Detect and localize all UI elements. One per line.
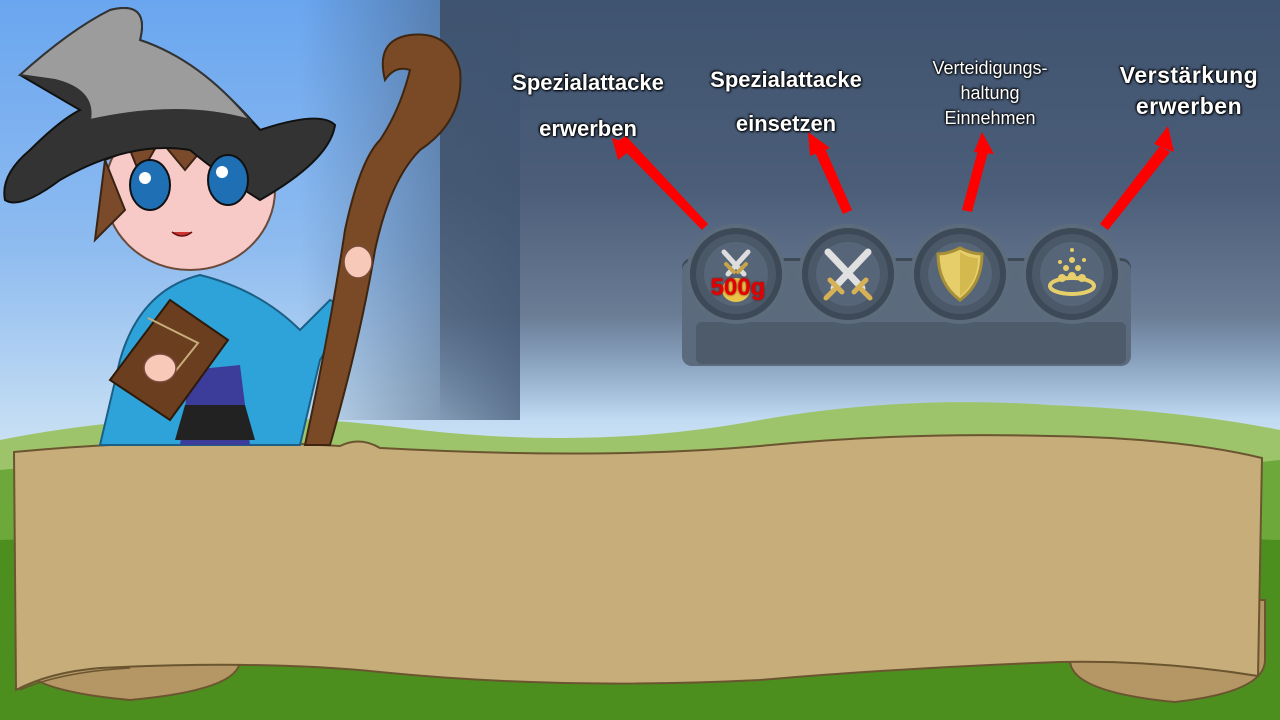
buy-special-attack-button[interactable]: 500g — [690, 228, 782, 320]
label-use-special-line1: Spezialattacke — [710, 67, 862, 92]
action-toolbar-base — [696, 322, 1126, 364]
use-special-attack-button[interactable] — [802, 228, 894, 320]
label-reinforcement: Verstärkung erwerben — [1094, 60, 1280, 122]
tutorial-scene: Spezialattacke erwerben Spezialattacke e… — [0, 0, 1280, 720]
label-defense-line1: Verteidigungs- — [932, 58, 1048, 78]
label-use-special: Spezialattacke einsetzen — [686, 58, 886, 146]
shield-icon — [936, 246, 984, 302]
defense-stance-button[interactable] — [914, 228, 1006, 320]
label-buy-special-line2: erwerben — [539, 116, 637, 141]
label-reinforcement-line1: Verstärkung — [1119, 62, 1259, 88]
label-defense: Verteidigungs- haltung Einnehmen — [900, 56, 1080, 131]
label-reinforcement-line2: erwerben — [1135, 93, 1243, 119]
label-defense-line2: haltung — [960, 83, 1020, 103]
label-buy-special-line1: Spezialattacke — [512, 70, 664, 95]
crossed-swords-icon — [823, 248, 873, 301]
gold-pile-icon — [1048, 248, 1096, 296]
special-attack-cost: 500g — [710, 274, 766, 301]
label-defense-line3: Einnehmen — [944, 108, 1036, 128]
label-use-special-line2: einsetzen — [735, 111, 837, 136]
buy-reinforcement-button[interactable] — [1026, 228, 1118, 320]
label-buy-special: Spezialattacke erwerben — [488, 60, 688, 152]
